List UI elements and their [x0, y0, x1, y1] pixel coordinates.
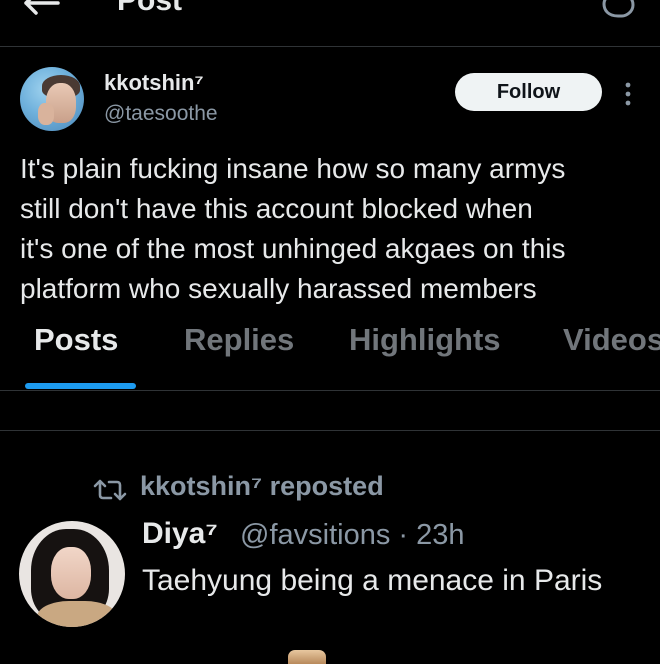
- reply-icon[interactable]: [598, 0, 638, 20]
- repost-author-name[interactable]: Diya⁷: [142, 517, 218, 551]
- tab-highlights[interactable]: Highlights: [349, 322, 501, 358]
- post-text-line: it's one of the most unhinged akgaes on …: [20, 233, 566, 264]
- tabs-divider: [0, 390, 660, 391]
- header-divider: [0, 46, 660, 47]
- author-avatar[interactable]: [20, 67, 84, 131]
- media-thumbnail[interactable]: [288, 650, 326, 664]
- follow-button[interactable]: Follow: [455, 73, 602, 111]
- repost-label[interactable]: kkotshin⁷ reposted: [140, 471, 384, 502]
- page-title: Post: [117, 0, 183, 17]
- back-arrow-icon[interactable]: [22, 0, 62, 18]
- post-text-line: platform who sexually harassed members: [20, 273, 537, 304]
- post-text: It's plain fucking insane how so many ar…: [20, 149, 660, 309]
- tab-videos[interactable]: Videos: [563, 322, 660, 358]
- tab-posts[interactable]: Posts: [34, 322, 118, 358]
- repost-tweet-text: Taehyung being a menace in Paris: [142, 564, 603, 597]
- post-text-line: still don't have this account blocked wh…: [20, 193, 533, 224]
- author-handle[interactable]: @taesoothe: [104, 102, 218, 126]
- tab-replies[interactable]: Replies: [184, 322, 294, 358]
- post-text-line: It's plain fucking insane how so many ar…: [20, 153, 566, 184]
- author-display-name[interactable]: kkotshin⁷: [104, 70, 204, 96]
- active-tab-indicator: [25, 383, 136, 389]
- feed-divider: [0, 430, 660, 431]
- more-options-icon[interactable]: [620, 80, 636, 108]
- repost-author-avatar[interactable]: [19, 521, 125, 627]
- repost-icon: [92, 478, 128, 502]
- repost-author-meta[interactable]: @favsitions · 23h: [240, 519, 464, 552]
